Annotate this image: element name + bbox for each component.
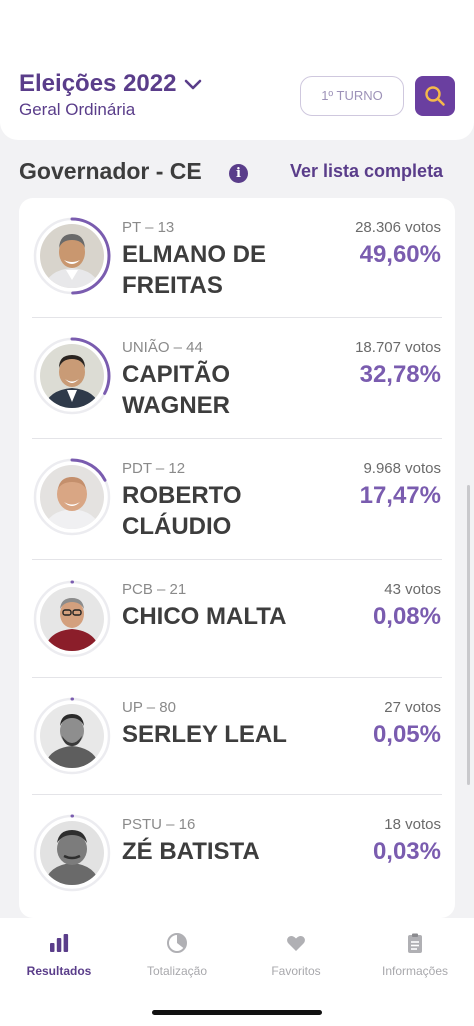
avatar-photo — [40, 704, 104, 768]
election-selector[interactable]: Eleições 2022 Geral Ordinária — [19, 70, 202, 120]
candidate-name: ROBERTO CLÁUDIO — [122, 482, 242, 540]
election-title[interactable]: Eleições 2022 — [19, 70, 176, 98]
candidate-party: PCB – 21 — [122, 581, 187, 598]
search-button[interactable] — [415, 76, 455, 116]
candidate-avatar — [32, 696, 112, 776]
candidate-votes: 28.306 votos — [355, 219, 441, 236]
candidate-percent: 0,03% — [372, 838, 441, 865]
scrollbar[interactable] — [467, 485, 470, 785]
search-icon — [425, 86, 445, 106]
candidate-percent: 32,78% — [359, 361, 441, 388]
avatar-photo — [40, 224, 104, 288]
section-title: Governador - CE — [19, 158, 202, 184]
candidate-avatar — [32, 216, 112, 296]
candidate-votes: 27 votos — [384, 699, 441, 716]
candidate-percent: 17,47% — [359, 482, 441, 509]
clipboard-icon — [408, 933, 422, 953]
heart-icon — [287, 936, 305, 951]
candidate-percent: 0,08% — [372, 603, 441, 630]
candidate-row[interactable]: PSTU – 16 ZÉ BATISTA 18 votos 0,03% — [19, 795, 455, 918]
info-icon[interactable]: i — [229, 164, 248, 183]
candidate-avatar — [32, 813, 112, 893]
pie-chart-icon — [167, 933, 187, 953]
avatar-photo — [40, 465, 104, 529]
candidate-row[interactable]: UP – 80 SERLEY LEAL 27 votos 0,05% — [19, 678, 455, 795]
tab-favoritos[interactable]: Favoritos — [237, 932, 355, 978]
candidate-party: PT – 13 — [122, 219, 175, 236]
tab-label: Informações — [381, 964, 449, 978]
candidate-avatar — [32, 457, 112, 537]
candidate-name: CHICO MALTA — [122, 603, 287, 630]
candidate-party: PDT – 12 — [122, 460, 186, 477]
tab-informacoes[interactable]: Informações — [356, 932, 474, 978]
tab-totalizacao[interactable]: Totalização — [118, 932, 236, 978]
app-header: Eleições 2022 Geral Ordinária 1º TURNO — [0, 0, 474, 140]
candidate-avatar — [32, 579, 112, 659]
tab-label: Totalização — [146, 964, 208, 978]
candidate-row[interactable]: UNIÃO – 44 CAPITÃO WAGNER 18.707 votos 3… — [19, 318, 455, 439]
avatar-photo — [40, 344, 104, 408]
election-subtitle: Geral Ordinária — [19, 100, 136, 119]
candidate-percent: 0,05% — [372, 721, 441, 748]
tab-label: Resultados — [26, 964, 92, 978]
tab-label: Favoritos — [271, 964, 321, 978]
turno-button[interactable]: 1º TURNO — [300, 76, 404, 116]
bar-chart-icon — [50, 934, 69, 952]
candidate-name: CAPITÃO WAGNER — [122, 361, 230, 419]
candidates-card: PT – 13 ELMANO DE FREITAS 28.306 votos 4… — [19, 198, 455, 918]
candidate-votes: 18 votos — [384, 816, 441, 833]
candidate-row[interactable]: PDT – 12 ROBERTO CLÁUDIO 9.968 votos 17,… — [19, 439, 455, 560]
candidate-row[interactable]: PT – 13 ELMANO DE FREITAS 28.306 votos 4… — [19, 198, 455, 318]
view-full-list-link[interactable]: Ver lista completa — [290, 161, 443, 182]
candidate-votes: 43 votos — [384, 581, 441, 598]
candidate-row[interactable]: PCB – 21 CHICO MALTA 43 votos 0,08% — [19, 560, 455, 678]
avatar-photo — [40, 587, 104, 651]
candidate-votes: 18.707 votos — [355, 339, 441, 356]
candidate-party: PSTU – 16 — [122, 816, 196, 833]
candidate-party: UNIÃO – 44 — [122, 339, 203, 356]
candidate-percent: 49,60% — [359, 241, 441, 268]
candidate-name: SERLEY LEAL — [122, 721, 287, 748]
tab-resultados[interactable]: Resultados — [0, 932, 118, 978]
candidate-votes: 9.968 votos — [363, 460, 441, 477]
home-indicator[interactable] — [152, 1010, 322, 1015]
candidate-avatar — [32, 336, 112, 416]
candidate-party: UP – 80 — [122, 699, 176, 716]
candidate-name: ZÉ BATISTA — [122, 838, 260, 865]
avatar-photo — [40, 821, 104, 885]
chevron-down-icon[interactable] — [184, 79, 202, 91]
candidate-name: ELMANO DE FREITAS — [122, 241, 266, 299]
